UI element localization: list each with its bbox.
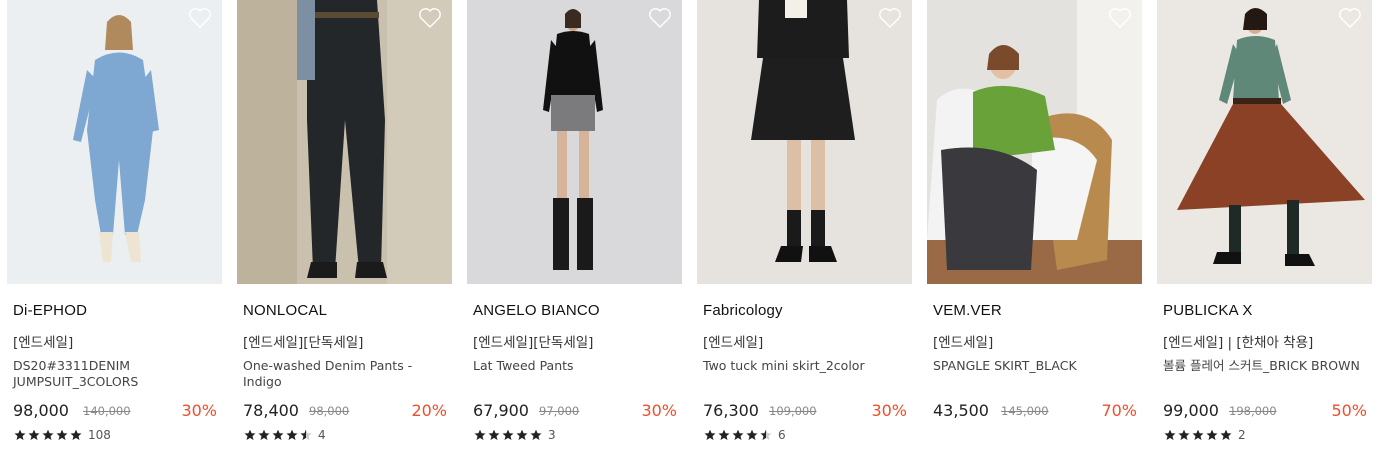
sale-price: 98,000	[13, 401, 69, 420]
star-icon	[516, 429, 528, 440]
discount-rate: 30%	[871, 401, 907, 420]
product-name[interactable]: SPANGLE SKIRT_BLACK	[933, 358, 1138, 374]
star-icon	[28, 429, 40, 440]
sale-tag: [엔드세일]	[703, 335, 764, 351]
brand-name[interactable]: NONLOCAL	[243, 302, 327, 319]
product-card[interactable]: VEM.VER [엔드세일] SPANGLE SKIRT_BLACK 43,50…	[927, 0, 1142, 470]
rating: 4	[244, 428, 326, 442]
wishlist-heart-icon[interactable]	[1338, 7, 1362, 29]
wishlist-heart-icon[interactable]	[878, 7, 902, 29]
discount-rate: 70%	[1101, 401, 1137, 420]
review-count: 4	[318, 428, 326, 442]
product-name[interactable]: Lat Tweed Pants	[473, 358, 678, 374]
star-icon	[502, 429, 514, 440]
product-grid: Di-EPHOD [엔드세일] DS20#3311DENIM JUMPSUIT_…	[0, 0, 1382, 470]
product-card[interactable]: PUBLICKA X [엔드세일] | [한채아 착용] 볼륨 플레어 스커트_…	[1157, 0, 1372, 470]
original-price: 98,000	[309, 404, 350, 418]
discount-rate: 30%	[181, 401, 217, 420]
original-price: 198,000	[1229, 404, 1277, 418]
brand-name[interactable]: ANGELO BIANCO	[473, 302, 600, 319]
star-icon	[1220, 429, 1232, 440]
product-image[interactable]	[237, 0, 452, 284]
star-icon	[258, 429, 270, 440]
star-icon	[704, 429, 716, 440]
star-icon	[244, 429, 256, 440]
sale-tag: [엔드세일] | [한채아 착용]	[1163, 335, 1314, 351]
product-card[interactable]: ANGELO BIANCO [엔드세일][단독세일] Lat Tweed Pan…	[467, 0, 682, 470]
wishlist-heart-icon[interactable]	[188, 7, 212, 29]
star-icon	[1206, 429, 1218, 440]
product-photo[interactable]	[1157, 0, 1372, 284]
original-price: 140,000	[83, 404, 131, 418]
star-icon	[1164, 429, 1176, 440]
rating: 3	[474, 428, 556, 442]
sale-tag: [엔드세일][단독세일]	[243, 335, 364, 351]
star-icon	[530, 429, 542, 440]
discount-rate: 20%	[411, 401, 447, 420]
original-price: 109,000	[769, 404, 817, 418]
sale-price: 78,400	[243, 401, 299, 420]
product-image[interactable]	[1157, 0, 1372, 284]
product-image[interactable]	[7, 0, 222, 284]
product-image[interactable]	[927, 0, 1142, 284]
star-icon	[286, 429, 298, 440]
product-photo[interactable]	[467, 0, 682, 284]
product-photo[interactable]	[237, 0, 452, 284]
star-icon	[272, 429, 284, 440]
star-icon	[732, 429, 744, 440]
sale-price: 67,900	[473, 401, 529, 420]
star-icon	[474, 429, 486, 440]
star-icon	[56, 429, 68, 440]
product-photo[interactable]	[7, 0, 222, 284]
brand-name[interactable]: Di-EPHOD	[13, 302, 87, 319]
product-card[interactable]: Di-EPHOD [엔드세일] DS20#3311DENIM JUMPSUIT_…	[7, 0, 222, 470]
review-count: 3	[548, 428, 556, 442]
product-name[interactable]: DS20#3311DENIM JUMPSUIT_3COLORS	[13, 358, 218, 390]
star-icon	[42, 429, 54, 440]
wishlist-heart-icon[interactable]	[418, 7, 442, 29]
star-icon	[1192, 429, 1204, 440]
brand-name[interactable]: Fabricology	[703, 302, 783, 319]
product-photo[interactable]	[927, 0, 1142, 284]
brand-name[interactable]: VEM.VER	[933, 302, 1002, 319]
star-icon	[14, 429, 26, 440]
sale-price: 99,000	[1163, 401, 1219, 420]
wishlist-heart-icon[interactable]	[1108, 7, 1132, 29]
sale-tag: [엔드세일]	[13, 335, 74, 351]
sale-price: 43,500	[933, 401, 989, 420]
original-price: 97,000	[539, 404, 580, 418]
star-icon	[70, 429, 82, 440]
product-image[interactable]	[467, 0, 682, 284]
sale-price: 76,300	[703, 401, 759, 420]
product-name[interactable]: One-washed Denim Pants - Indigo	[243, 358, 448, 390]
rating: 2	[1164, 428, 1246, 442]
product-name[interactable]: 볼륨 플레어 스커트_BRICK BROWN	[1163, 358, 1368, 374]
product-photo[interactable]	[697, 0, 912, 284]
star-icon	[718, 429, 730, 440]
review-count: 2	[1238, 428, 1246, 442]
review-count: 108	[88, 428, 111, 442]
product-name[interactable]: Two tuck mini skirt_2color	[703, 358, 908, 374]
review-count: 6	[778, 428, 786, 442]
product-image[interactable]	[697, 0, 912, 284]
star-icon	[1178, 429, 1190, 440]
star-icon	[488, 429, 500, 440]
sale-tag: [엔드세일][단독세일]	[473, 335, 594, 351]
product-card[interactable]: Fabricology [엔드세일] Two tuck mini skirt_2…	[697, 0, 912, 470]
wishlist-heart-icon[interactable]	[648, 7, 672, 29]
sale-tag: [엔드세일]	[933, 335, 994, 351]
original-price: 145,000	[1001, 404, 1049, 418]
star-icon	[760, 429, 772, 440]
discount-rate: 30%	[641, 401, 677, 420]
rating: 108	[14, 428, 111, 442]
star-icon	[746, 429, 758, 440]
product-card[interactable]: NONLOCAL [엔드세일][단독세일] One-washed Denim P…	[237, 0, 452, 470]
discount-rate: 50%	[1331, 401, 1367, 420]
brand-name[interactable]: PUBLICKA X	[1163, 302, 1253, 319]
rating: 6	[704, 428, 786, 442]
star-icon	[300, 429, 312, 440]
